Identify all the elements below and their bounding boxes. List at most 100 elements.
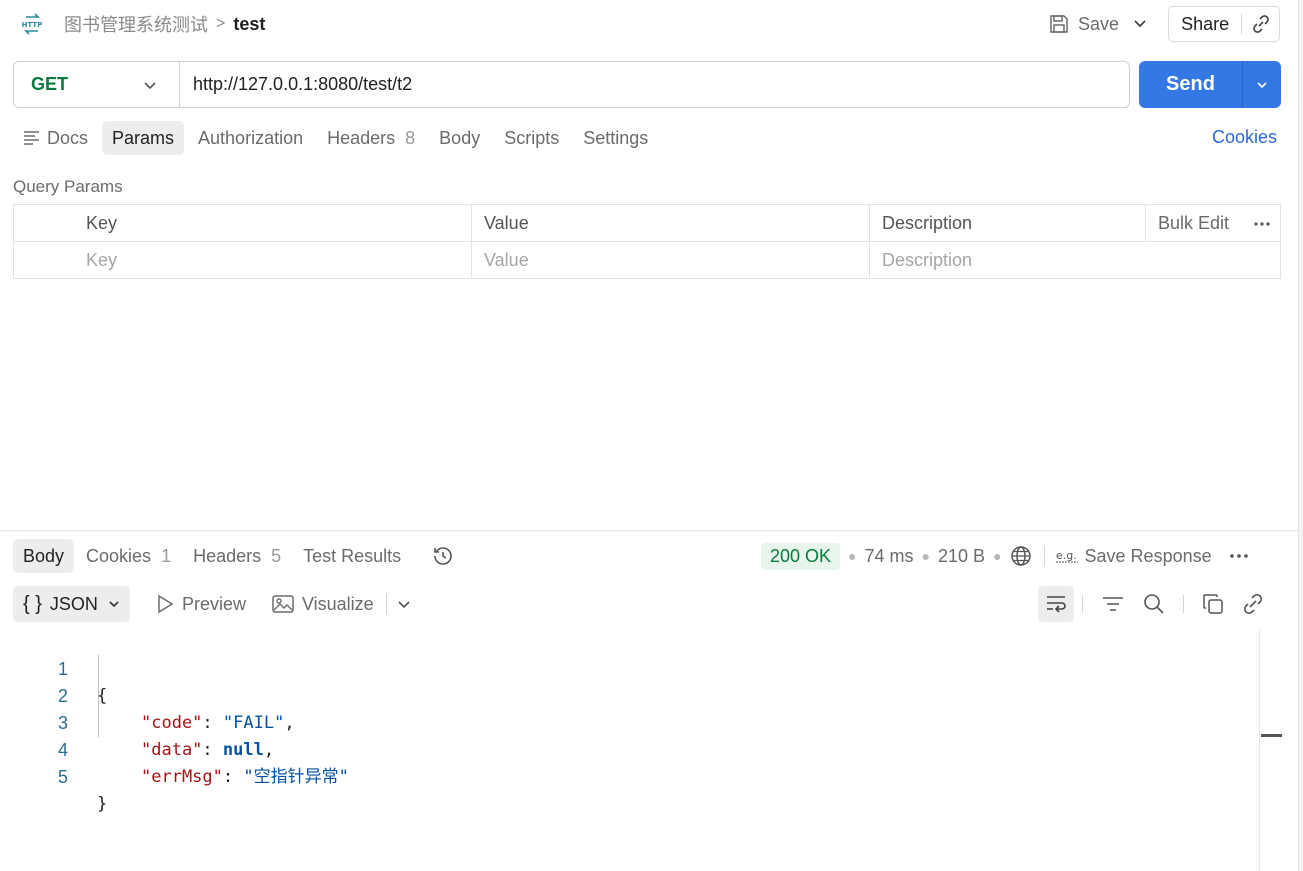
- filter-icon[interactable]: [1101, 594, 1125, 614]
- chevron-down-icon[interactable]: [397, 597, 411, 611]
- code-line: 1 {: [0, 629, 107, 706]
- link-icon[interactable]: [1242, 593, 1264, 615]
- url-bar: GET http://127.0.0.1:8080/test/t2: [13, 61, 1130, 108]
- bulk-edit-button[interactable]: Bulk Edit: [1145, 205, 1281, 242]
- json-key: "code": [141, 713, 203, 733]
- code-line: 5 }: [0, 737, 107, 814]
- column-divider: [869, 205, 870, 278]
- method-label: GET: [31, 74, 69, 94]
- response-status-bar: 200 OK ● 74 ms ● 210 B ● e.g. Save Respo…: [761, 541, 1250, 571]
- link-icon[interactable]: [1242, 14, 1279, 34]
- format-select[interactable]: { } JSON: [13, 586, 130, 622]
- bulk-edit-label: Bulk Edit: [1158, 213, 1230, 233]
- params-table: Key Value Description Bulk Edit Key Valu…: [13, 204, 1281, 279]
- save-icon: [1048, 13, 1070, 35]
- svg-text:HTTP: HTTP: [22, 21, 43, 29]
- column-header-value: Value: [484, 213, 529, 233]
- tab-settings[interactable]: Settings: [573, 121, 658, 155]
- line-number: 4: [57, 740, 68, 760]
- response-size[interactable]: 210 B: [938, 546, 985, 567]
- value-input[interactable]: Value: [484, 242, 529, 279]
- play-icon: [158, 594, 174, 614]
- pane-divider[interactable]: [0, 530, 1303, 531]
- save-button[interactable]: Save: [1040, 10, 1119, 38]
- line-number: 1: [57, 659, 68, 679]
- send-button[interactable]: Send: [1139, 61, 1281, 108]
- more-options-icon[interactable]: [1253, 215, 1271, 233]
- code-line: 2 "code": "FAIL",: [0, 656, 295, 733]
- tab-label: Docs: [47, 127, 89, 148]
- breadcrumb: HTTP 图书管理系统测试 > test: [20, 12, 265, 36]
- status-badge[interactable]: 200 OK: [761, 542, 841, 570]
- tab-label: Authorization: [198, 127, 304, 148]
- code-line: 3 "data": null,: [0, 683, 274, 760]
- json-key: "data": [141, 740, 203, 760]
- tab-response-cookies[interactable]: Cookies 1: [76, 539, 181, 573]
- format-label: JSON: [49, 593, 98, 614]
- column-header-description: Description: [882, 213, 973, 233]
- cookies-link[interactable]: Cookies: [1212, 127, 1277, 148]
- tab-headers[interactable]: Headers 8: [317, 121, 425, 155]
- tab-params[interactable]: Params: [102, 121, 185, 155]
- response-format-bar: { } JSON Preview Visualize: [13, 586, 411, 622]
- save-response-button[interactable]: Save Response: [1085, 546, 1212, 567]
- preview-button[interactable]: Preview: [156, 594, 246, 615]
- tab-response-body[interactable]: Body: [13, 539, 75, 573]
- tab-scripts[interactable]: Scripts: [494, 121, 569, 155]
- history-icon[interactable]: [431, 544, 455, 568]
- chevron-down-icon[interactable]: [1130, 14, 1150, 34]
- save-label: Save: [1078, 13, 1120, 34]
- json-key: "errMsg": [141, 767, 223, 787]
- visualize-label: Visualize: [301, 593, 374, 614]
- share-button[interactable]: Share: [1168, 6, 1280, 42]
- preview-label: Preview: [181, 593, 246, 614]
- url-input[interactable]: http://127.0.0.1:8080/test/t2: [180, 74, 412, 95]
- globe-icon[interactable]: [1010, 545, 1032, 567]
- tab-label: Settings: [583, 127, 649, 148]
- window-edge: [1298, 0, 1303, 871]
- tab-count-badge: 8: [405, 127, 416, 148]
- http-icon: HTTP: [20, 12, 44, 36]
- response-tools: [1082, 590, 1264, 618]
- docs-icon: [23, 130, 41, 146]
- json-value: "FAIL": [222, 713, 285, 733]
- tab-count-badge: 5: [271, 545, 282, 566]
- line-number: 5: [57, 767, 68, 787]
- send-options-chevron-icon[interactable]: [1243, 61, 1281, 108]
- table-row: Key Value Description: [14, 242, 1280, 279]
- description-input[interactable]: Description: [882, 242, 972, 279]
- example-icon: e.g.: [1055, 548, 1079, 564]
- line-number: 3: [57, 713, 68, 733]
- response-time[interactable]: 74 ms: [865, 546, 914, 567]
- tab-label: Params: [112, 127, 175, 148]
- tab-docs[interactable]: Docs: [13, 121, 98, 155]
- tab-body[interactable]: Body: [429, 121, 490, 155]
- minimap-scrollbar[interactable]: [1259, 629, 1283, 871]
- json-value: null: [222, 740, 264, 760]
- copy-icon[interactable]: [1202, 593, 1224, 615]
- key-input[interactable]: Key: [86, 242, 117, 279]
- wrap-lines-button[interactable]: [1038, 586, 1074, 622]
- method-select[interactable]: GET: [14, 62, 180, 107]
- chevron-down-icon: [143, 78, 157, 92]
- scroll-marker: [1261, 734, 1282, 737]
- chevron-down-icon: [108, 598, 120, 610]
- tab-label: Headers: [327, 127, 396, 148]
- tab-test-results[interactable]: Test Results: [293, 539, 411, 573]
- tab-label: Test Results: [303, 545, 402, 566]
- request-title[interactable]: test: [233, 14, 265, 35]
- search-icon[interactable]: [1143, 593, 1165, 615]
- json-brace: }: [97, 794, 108, 814]
- svg-text:e.g.: e.g.: [1056, 549, 1077, 562]
- tab-label: Cookies: [86, 545, 152, 566]
- breadcrumb-collection[interactable]: 图书管理系统测试: [64, 11, 208, 37]
- visualize-button[interactable]: Visualize: [272, 594, 374, 615]
- tab-response-headers[interactable]: Headers 5: [183, 539, 291, 573]
- tab-label: Body: [439, 127, 481, 148]
- braces-icon: { }: [23, 592, 42, 615]
- tab-authorization[interactable]: Authorization: [188, 121, 313, 155]
- more-options-icon[interactable]: [1228, 547, 1250, 565]
- image-icon: [272, 595, 294, 613]
- send-label: Send: [1139, 61, 1243, 108]
- json-value: "空指针异常": [243, 767, 349, 787]
